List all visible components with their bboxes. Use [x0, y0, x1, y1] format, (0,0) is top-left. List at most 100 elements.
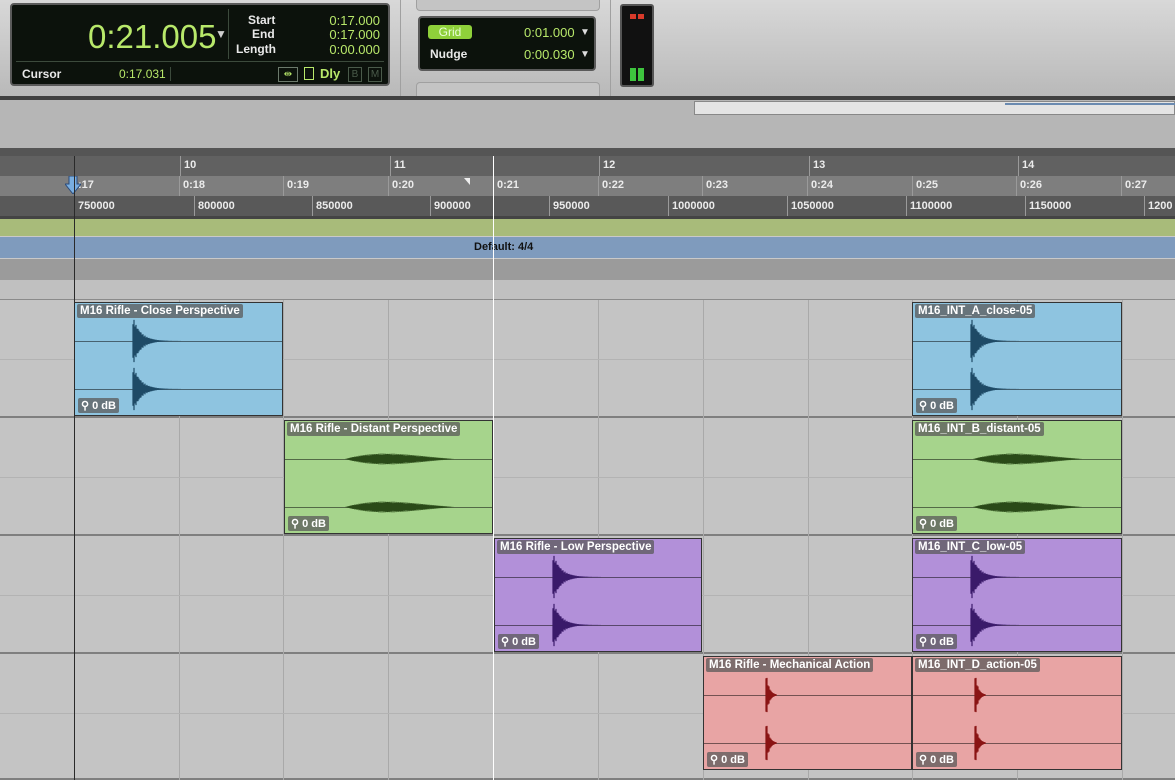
grid-line	[1122, 654, 1123, 780]
sample-label: 1100000	[910, 200, 953, 212]
bar-label: 12	[603, 159, 616, 171]
nudge-dropdown-icon[interactable]: ▼	[580, 49, 590, 60]
tempo-ruler[interactable]	[0, 219, 1175, 236]
length-field[interactable]: 0:00.000	[270, 42, 380, 57]
waveform-path	[345, 501, 455, 513]
clip-name: M16_INT_D_action-05	[915, 658, 1040, 672]
grid-nudge-panel: Grid 0:01.000 ▼ Nudge 0:00.030 ▼	[418, 16, 596, 71]
counter-divider	[228, 9, 229, 59]
main-counter[interactable]: 0:21.005 ▼ Start End Length 0:17.000 0:1…	[10, 3, 390, 86]
document-icon[interactable]	[304, 67, 314, 80]
minsec-label: 0:18	[183, 179, 206, 191]
sample-label: 1000000	[672, 200, 715, 212]
minsec-label: 0:27	[1125, 179, 1148, 191]
audio-clip[interactable]: M16_INT_C_low-05 ⚲ 0 dB	[912, 538, 1122, 652]
clip-gain[interactable]: ⚲ 0 dB	[916, 634, 957, 649]
minsec-label: 0:26	[1020, 179, 1043, 191]
audio-clip[interactable]: M16 Rifle - Mechanical Action ⚲ 0 dB	[703, 656, 912, 770]
delay-button[interactable]: Dly	[320, 66, 340, 81]
m-button[interactable]: M	[368, 67, 382, 82]
waveform-path	[970, 367, 1022, 411]
bar-tick	[1018, 156, 1019, 176]
end-field[interactable]: 0:17.000	[270, 27, 380, 42]
bar-label: 14	[1022, 159, 1035, 171]
cursor-divider	[170, 67, 171, 81]
clip-name: M16_INT_C_low-05	[915, 540, 1026, 554]
sample-tick	[1144, 196, 1145, 216]
sample-tick	[1025, 196, 1026, 216]
nudge-value[interactable]: 0:00.030	[524, 47, 575, 62]
minsec-tick	[702, 176, 703, 196]
playhead-arrow-icon[interactable]	[63, 175, 83, 195]
minsec-label: 0:21	[497, 179, 520, 191]
toolbar-separator	[610, 0, 611, 96]
audio-clip[interactable]: M16_INT_D_action-05 ⚲ 0 dB	[912, 656, 1122, 770]
waveform-path	[973, 501, 1083, 513]
toolbar-slot	[416, 82, 600, 97]
grid-line	[283, 654, 284, 780]
audio-clip[interactable]: M16_INT_B_distant-05 ⚲ 0 dB	[912, 420, 1122, 534]
clip-gain[interactable]: ⚲ 0 dB	[916, 516, 957, 531]
start-field[interactable]: 0:17.000	[270, 13, 380, 28]
clip-gain[interactable]: ⚲ 0 dB	[707, 752, 748, 767]
minsec-label: 0:22	[602, 179, 625, 191]
audio-clip[interactable]: M16 Rifle - Distant Perspective ⚲ 0 dB	[284, 420, 493, 534]
clip-name: M16 Rifle - Distant Perspective	[287, 422, 461, 436]
waveform-path	[973, 453, 1083, 465]
waveform-path	[345, 453, 455, 465]
counter-hdivider	[16, 61, 384, 62]
grid-toggle-button[interactable]: Grid	[428, 25, 472, 39]
min-secs-ruler[interactable]	[0, 176, 1175, 196]
grid-dropdown-icon[interactable]: ▼	[580, 27, 590, 38]
clip-gain[interactable]: ⚲ 0 dB	[78, 398, 119, 413]
nudge-label[interactable]: Nudge	[430, 47, 467, 61]
waveform-path	[974, 725, 986, 761]
sample-label: 950000	[553, 200, 590, 212]
sample-tick	[194, 196, 195, 216]
main-counter-dropdown-icon[interactable]: ▼	[215, 27, 227, 41]
grid-value[interactable]: 0:01.000	[524, 25, 575, 40]
waveform-path	[132, 367, 184, 411]
minsec-tick	[388, 176, 389, 196]
overview-highlight	[1005, 103, 1175, 105]
bars-beats-ruler[interactable]	[0, 156, 1175, 176]
clip-indicator-left	[630, 14, 636, 19]
marker-flag-icon[interactable]	[464, 178, 470, 185]
markers-ruler[interactable]	[0, 259, 1175, 280]
minsec-label: 0:19	[287, 179, 310, 191]
minsec-label: 0:23	[706, 179, 729, 191]
bar-tick	[599, 156, 600, 176]
minsec-label: 0:20	[392, 179, 415, 191]
bar-label: 10	[184, 159, 197, 171]
bar-tick	[390, 156, 391, 176]
minsec-label: 0:24	[811, 179, 834, 191]
minsec-tick	[1016, 176, 1017, 196]
waveform-path	[765, 725, 777, 761]
meter-event-label[interactable]: Default: 4/4	[474, 241, 533, 253]
meter-ruler[interactable]	[0, 237, 1175, 258]
minsec-label: 0:25	[916, 179, 939, 191]
minsec-tick	[912, 176, 913, 196]
grid-line	[598, 654, 599, 780]
bar-label: 11	[394, 159, 406, 171]
waveform-path	[132, 319, 184, 363]
waveform-path	[970, 319, 1022, 363]
clip-gain[interactable]: ⚲ 0 dB	[916, 398, 957, 413]
clip-gain[interactable]: ⚲ 0 dB	[288, 516, 329, 531]
audio-clip[interactable]: M16 Rifle - Low Perspective ⚲ 0 dB	[494, 538, 702, 652]
audio-clip[interactable]: M16_INT_A_close-05 ⚲ 0 dB	[912, 302, 1122, 416]
b-button[interactable]: B	[348, 67, 362, 82]
sample-label: 1150000	[1029, 200, 1072, 212]
link-timeline-icon[interactable]: ⇹	[278, 67, 298, 82]
waveform-path	[552, 603, 604, 647]
edit-cursor-line	[74, 156, 75, 780]
main-time-display[interactable]: 0:21.005	[88, 18, 216, 56]
minsec-tick	[283, 176, 284, 196]
clip-gain[interactable]: ⚲ 0 dB	[498, 634, 539, 649]
level-left	[630, 68, 636, 81]
sample-label: 800000	[198, 200, 235, 212]
clip-gain[interactable]: ⚲ 0 dB	[916, 752, 957, 767]
waveform-path	[552, 555, 604, 599]
clip-name: M16 Rifle - Close Perspective	[77, 304, 243, 318]
audio-clip[interactable]: M16 Rifle - Close Perspective ⚲ 0 dB	[74, 302, 283, 416]
